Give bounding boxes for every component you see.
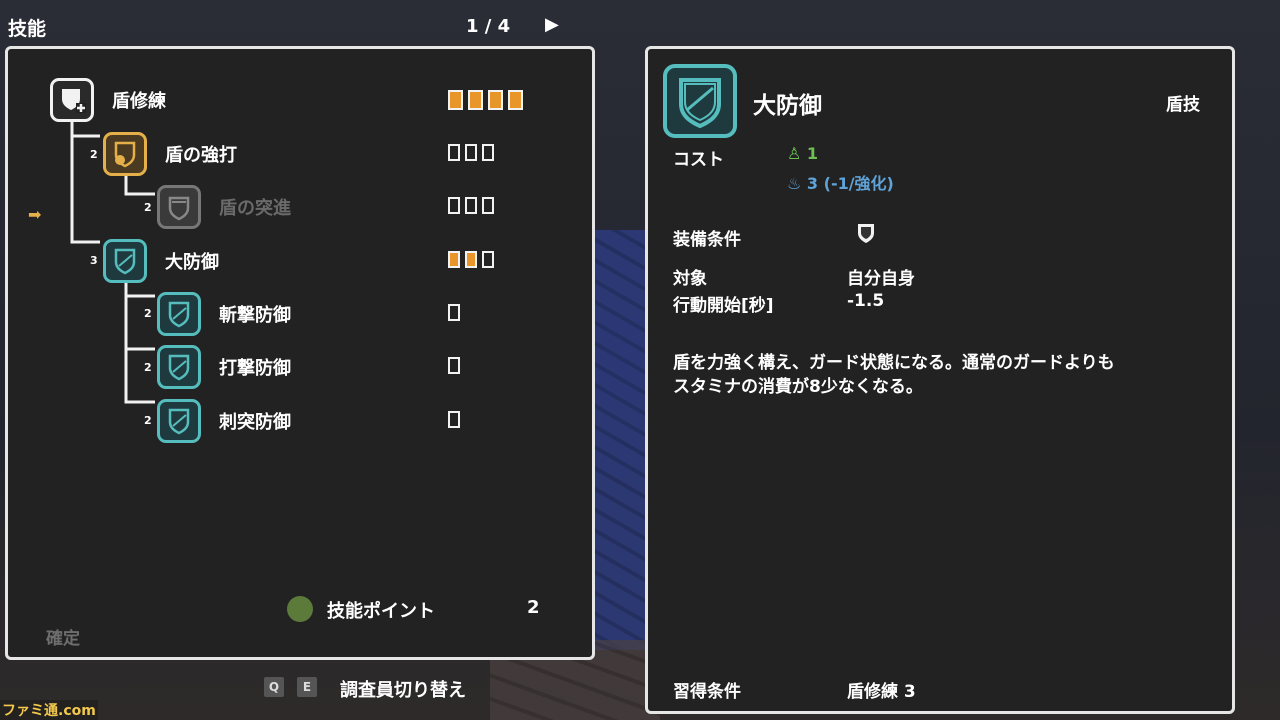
pip-empty (482, 144, 494, 161)
confirm-button[interactable]: 確定 (46, 624, 80, 649)
pip-empty (482, 251, 494, 268)
skill-node-level: 2 (90, 148, 98, 161)
skill-node-level: 2 (144, 361, 152, 374)
skill-level-pips (448, 304, 460, 321)
learn-condition-value: 盾修練 3 (847, 682, 916, 702)
shield-bash-icon (103, 132, 147, 176)
skill-node-label: 盾の強打 (165, 145, 237, 166)
skill-node-level: 2 (144, 201, 152, 214)
cost-stamina: ♙ 1 (787, 144, 818, 163)
shield-slash-icon (103, 239, 147, 283)
skill-node-label: 斬撃防御 (219, 305, 291, 326)
shield-slash-icon (663, 64, 737, 138)
skill-node-label: 盾修練 (112, 91, 166, 112)
pip-empty (448, 411, 460, 428)
play-arrow-icon[interactable]: ▶ (545, 14, 559, 35)
pip-empty (448, 144, 460, 161)
skill-node-shitotsu-bogyo[interactable]: 刺突防御 (157, 397, 291, 445)
shield-plus-icon (50, 78, 94, 122)
stamina-icon: ♙ (787, 144, 802, 163)
skill-node-label: 打撃防御 (219, 358, 291, 379)
skill-level-pips (448, 357, 460, 374)
cost-mana-value: 3 (-1/強化) (806, 174, 894, 193)
skill-node-dai-bogyo[interactable]: 大防御 (103, 237, 219, 285)
screen-title: 技能 (8, 18, 47, 40)
cost-stamina-value: 1 (806, 144, 819, 163)
pip-empty (465, 197, 477, 214)
skill-level-pips (448, 197, 494, 214)
key-q-icon[interactable]: Q (264, 677, 284, 697)
skill-node-label: 大防御 (165, 252, 219, 273)
skill-level-pips (448, 411, 460, 428)
learn-condition-label: 習得条件 (673, 682, 741, 702)
skill-description: 盾を力強く構え、ガード状態になる。通常のガードよりも スタミナの消費が8少なくな… (673, 351, 1213, 399)
goblin-head-icon (287, 596, 313, 622)
equip-condition-label: 装備条件 (673, 230, 741, 250)
target-value: 自分自身 (847, 269, 915, 289)
skill-node-label: 盾の突進 (219, 198, 291, 219)
cost-label: コスト (673, 150, 724, 170)
pip-filled (468, 90, 483, 110)
action-start-label: 行動開始[秒] (673, 296, 774, 316)
description-line: 盾を力強く構え、ガード状態になる。通常のガードよりも (673, 353, 1115, 373)
skill-points-label: 技能ポイント (327, 601, 435, 622)
target-label: 対象 (673, 269, 707, 289)
skill-node-tate-no-kyoda[interactable]: 盾の強打 (103, 130, 237, 178)
skill-node-level: 2 (144, 307, 152, 320)
pip-empty (448, 304, 460, 321)
skill-node-level: 2 (144, 414, 152, 427)
pip-empty (482, 197, 494, 214)
skill-level-pips (448, 144, 494, 161)
skill-type: 盾技 (1166, 95, 1200, 115)
pip-filled (508, 90, 523, 110)
pip-empty (465, 144, 477, 161)
background-tiles (590, 230, 650, 650)
shield-charge-icon (157, 185, 201, 229)
action-start-value: -1.5 (847, 291, 885, 311)
skill-node-tate-shuren[interactable]: 盾修練 (50, 76, 166, 124)
cost-mana: ♨ 3 (-1/強化) (787, 170, 894, 194)
page-indicator: 1 / 4 (466, 16, 511, 37)
description-line: スタミナの消費が8少なくなる。 (673, 377, 923, 397)
skill-node-zangeki-bogyo[interactable]: 斬撃防御 (157, 290, 291, 338)
shield-icon (858, 224, 874, 243)
skill-level-pips (448, 90, 523, 110)
pip-filled (465, 251, 477, 268)
pip-filled (448, 90, 463, 110)
selection-arrow-icon: ➡ (28, 205, 42, 224)
skill-level-pips (448, 251, 494, 268)
skill-name: 大防御 (753, 93, 822, 119)
pip-filled (448, 251, 460, 268)
skill-node-dageki-bogyo[interactable]: 打撃防御 (157, 343, 291, 391)
shield-slash-defense-icon (157, 292, 201, 336)
skill-tree-panel (5, 46, 595, 660)
skill-node-label: 刺突防御 (219, 412, 291, 433)
key-e-icon[interactable]: E (297, 677, 317, 697)
skill-node-tate-no-totsushin[interactable]: 盾の突進 (157, 183, 291, 231)
skill-points-value: 2 (527, 597, 540, 618)
pip-filled (488, 90, 503, 110)
pip-empty (448, 357, 460, 374)
switch-investigator-label: 調査員切り替え (340, 680, 466, 701)
shield-pierce-defense-icon (157, 399, 201, 443)
skill-node-level: 3 (90, 254, 98, 267)
watermark-logo: ファミ通.com (0, 700, 98, 720)
shield-blunt-defense-icon (157, 345, 201, 389)
pip-empty (448, 197, 460, 214)
mana-flame-icon: ♨ (787, 174, 802, 193)
